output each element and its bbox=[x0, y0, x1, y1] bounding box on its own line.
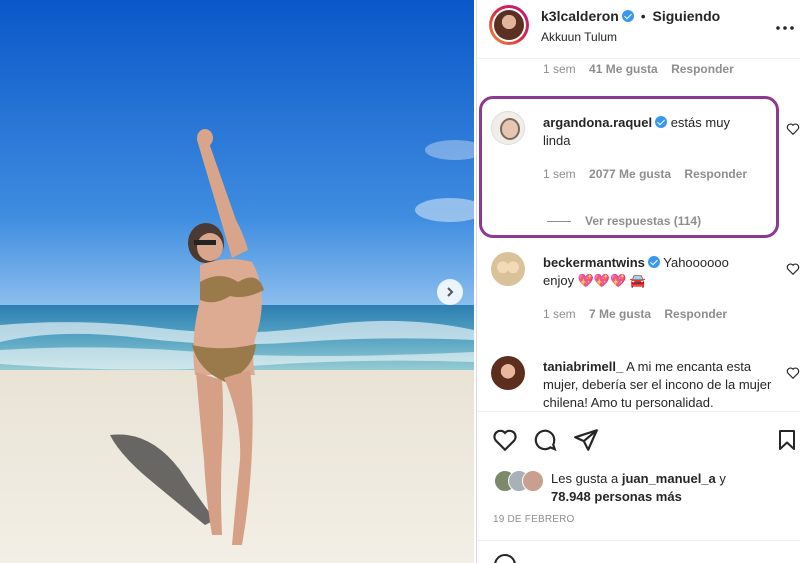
reply-button[interactable]: Responder bbox=[684, 167, 747, 181]
commenter-avatar[interactable] bbox=[491, 356, 525, 390]
likes-summary: Les gusta a juan_manuel_a y 78.948 perso… bbox=[551, 470, 796, 506]
comment-time: 1 sem bbox=[543, 167, 576, 181]
likes-conj: y bbox=[719, 471, 726, 486]
verified-badge-icon bbox=[621, 10, 634, 22]
post-photo bbox=[0, 0, 474, 563]
view-replies-button[interactable]: Ver respuestas (114) bbox=[547, 214, 701, 228]
commenter-avatar[interactable] bbox=[491, 252, 525, 286]
comment-username[interactable]: taniabrimell_ bbox=[543, 359, 623, 374]
comment-time: 1 sem bbox=[543, 307, 576, 321]
verified-badge-icon bbox=[647, 256, 660, 268]
comment-username[interactable]: beckermantwins bbox=[543, 255, 645, 270]
add-comment-bar bbox=[477, 540, 800, 563]
comment-like-heart-icon[interactable] bbox=[786, 122, 800, 136]
likers-avatars[interactable] bbox=[494, 470, 546, 492]
author-username[interactable]: k3lcalderon bbox=[541, 8, 619, 24]
send-icon[interactable] bbox=[573, 427, 599, 453]
comment-body: argandona.raquel estás muy linda bbox=[543, 114, 753, 150]
comment-time: 1 sem bbox=[543, 62, 576, 76]
comment-icon[interactable] bbox=[532, 427, 558, 453]
reply-button[interactable]: Responder bbox=[671, 62, 734, 76]
comment-meta: 1 sem 2077 Me gusta Responder bbox=[543, 167, 747, 181]
prev-comment-meta: 1 sem 41 Me gusta Responder bbox=[543, 62, 734, 76]
post-header: k3lcalderon • Siguiendo Akkuun Tulum bbox=[477, 0, 800, 59]
comment-meta: 1 sem 7 Me gusta Responder bbox=[543, 307, 727, 321]
author-avatar[interactable] bbox=[489, 5, 529, 45]
post-location[interactable]: Akkuun Tulum bbox=[541, 30, 617, 44]
dot-separator: • bbox=[640, 8, 646, 24]
likes-prefix: Les gusta a bbox=[551, 471, 619, 486]
verified-badge-icon bbox=[655, 116, 668, 128]
comment-like-heart-icon[interactable] bbox=[786, 366, 800, 380]
liker-username[interactable]: juan_manuel_a bbox=[622, 471, 716, 486]
commenter-avatar[interactable] bbox=[491, 111, 525, 145]
action-bar: Les gusta a juan_manuel_a y 78.948 perso… bbox=[477, 411, 800, 563]
chevron-right-icon bbox=[447, 287, 454, 297]
comment-likes[interactable]: 41 Me gusta bbox=[589, 62, 658, 76]
bookmark-icon[interactable] bbox=[775, 427, 799, 453]
comment-like-heart-icon[interactable] bbox=[786, 262, 800, 276]
next-photo-button[interactable] bbox=[437, 279, 463, 305]
likes-count[interactable]: 78.948 personas más bbox=[551, 489, 682, 504]
post-side-panel: k3lcalderon • Siguiendo Akkuun Tulum 1 s… bbox=[476, 0, 800, 563]
comment-body: beckermantwins Yahoooooo enjoy 💖💖💖 🚘 bbox=[543, 254, 758, 290]
emoji-icon[interactable] bbox=[493, 553, 517, 563]
heart-icon[interactable] bbox=[492, 427, 518, 453]
comment-username[interactable]: argandona.raquel bbox=[543, 115, 652, 130]
beach-photo bbox=[0, 0, 474, 563]
more-options-button[interactable] bbox=[775, 20, 795, 30]
comment-body: taniabrimell_ A mi me encanta esta mujer… bbox=[543, 358, 773, 412]
comment-likes[interactable]: 2077 Me gusta bbox=[589, 167, 671, 181]
more-horizontal-icon bbox=[776, 26, 794, 30]
liker-avatar bbox=[522, 470, 544, 492]
follow-state-button[interactable]: Siguiendo bbox=[653, 8, 721, 24]
replies-line bbox=[547, 221, 571, 223]
post-date[interactable]: 19 DE FEBRERO bbox=[493, 514, 575, 525]
reply-button[interactable]: Responder bbox=[664, 307, 727, 321]
comment-likes[interactable]: 7 Me gusta bbox=[589, 307, 651, 321]
